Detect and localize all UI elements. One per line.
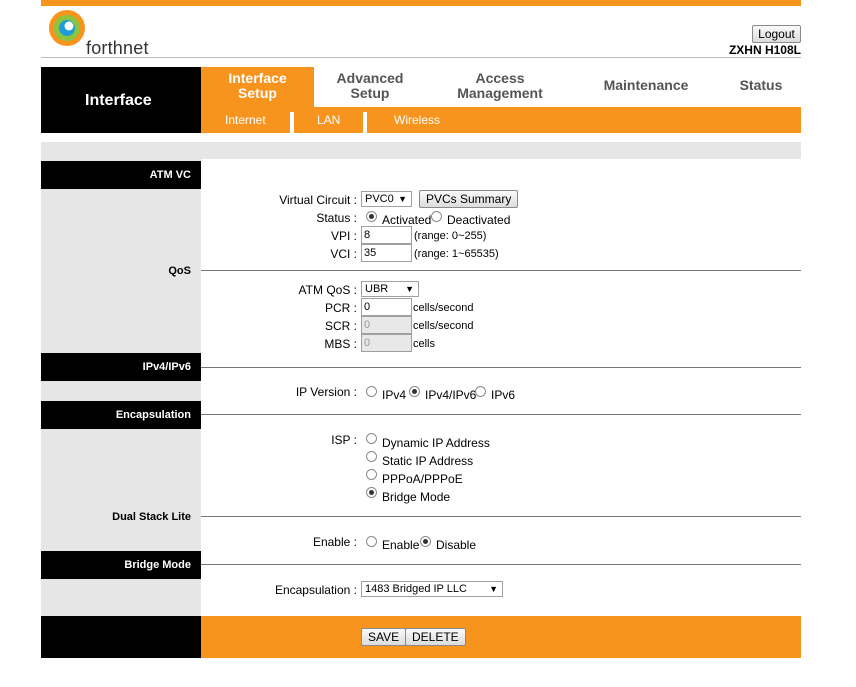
status-deactivated-radio[interactable] — [431, 211, 442, 222]
isp-label: ISP : — [331, 433, 357, 447]
atm-qos-value: UBR — [365, 283, 389, 295]
isp-dynamic-ip-label: Dynamic IP Address — [382, 436, 490, 450]
brand-name: forthnet — [86, 38, 149, 58]
subtab-wireless[interactable]: Wireless — [394, 113, 440, 127]
left-label-column — [41, 159, 201, 616]
ip-version-ipv6-label: IPv6 — [491, 388, 516, 402]
scr-input[interactable] — [361, 316, 412, 334]
ip-version-ipv4-radio[interactable] — [366, 386, 377, 397]
section-qos: QoS — [168, 265, 191, 277]
save-button[interactable]: SAVE — [361, 628, 407, 646]
bridge-encapsulation-label: Encapsulation : — [274, 583, 357, 597]
delete-button[interactable]: DELETE — [405, 628, 466, 646]
dslite-disable-radio[interactable] — [420, 536, 431, 547]
section-bridge-mode: Bridge Mode — [41, 551, 201, 579]
ipv4-ipv6-divider — [201, 367, 801, 368]
chevron-down-icon: ▼ — [405, 284, 414, 294]
vci-range: (range: 1~65535) — [414, 248, 499, 260]
scr-unit: cells/second — [413, 320, 474, 332]
subtab-separator — [290, 112, 294, 133]
device-model: ZXHN H108L — [728, 43, 801, 57]
ip-version-label: IP Version : — [295, 385, 357, 399]
mbs-input[interactable] — [361, 334, 412, 352]
status-deactivated-label: Deactivated — [447, 213, 511, 227]
bridge-mode-divider — [201, 564, 801, 565]
tab-interface-setup[interactable]: Interface Setup — [201, 67, 314, 107]
dslite-disable-option-label: Disable — [436, 538, 477, 552]
bridge-encapsulation-select[interactable]: 1483 Bridged IP LLC ▼ — [361, 581, 503, 597]
section-atm-vc: ATM VC — [41, 161, 201, 189]
ip-version-ipv4ipv6-radio[interactable] — [409, 386, 420, 397]
footer-bar — [201, 616, 801, 658]
section-encapsulation: Encapsulation — [41, 401, 201, 429]
status-label: Status : — [316, 211, 357, 225]
dual-stack-lite-divider — [201, 516, 801, 517]
logout-button[interactable]: Logout — [752, 25, 801, 43]
scr-label: SCR : — [324, 319, 357, 333]
dslite-enable-radio[interactable] — [366, 536, 377, 547]
subtab-separator — [363, 112, 367, 133]
mbs-unit: cells — [413, 338, 436, 350]
vpi-input[interactable] — [361, 226, 412, 244]
tab-label-line1: Access — [475, 70, 525, 86]
status-activated-label: Activated — [382, 213, 432, 227]
atm-qos-select[interactable]: UBR ▼ — [361, 281, 419, 297]
section-dual-stack-lite: Dual Stack Lite — [112, 511, 191, 523]
subtab-lan[interactable]: LAN — [317, 113, 340, 127]
chevron-down-icon: ▼ — [398, 194, 407, 204]
atm-qos-label: ATM QoS : — [298, 283, 357, 297]
vci-label: VCI : — [330, 247, 357, 261]
tab-label-line1: Advanced — [336, 70, 404, 86]
pcr-unit: cells/second — [413, 302, 474, 314]
isp-bridge-mode-label: Bridge Mode — [382, 490, 451, 504]
bridge-encapsulation-value: 1483 Bridged IP LLC — [365, 583, 467, 595]
status-activated-radio[interactable] — [366, 211, 377, 222]
header-divider — [41, 57, 801, 58]
ip-version-ipv4ipv6-label: IPv4/IPv6 — [425, 388, 477, 402]
isp-bridge-mode-radio[interactable] — [366, 487, 377, 498]
encapsulation-divider — [201, 414, 801, 415]
virtual-circuit-label: Virtual Circuit : — [279, 193, 357, 207]
vci-input[interactable] — [361, 244, 412, 262]
dslite-enable-label: Enable : — [312, 535, 357, 549]
mbs-label: MBS : — [324, 337, 357, 351]
sub-nav: Internet LAN Wireless — [201, 107, 801, 133]
isp-pppoa-pppoe-radio[interactable] — [366, 469, 377, 480]
isp-static-ip-label: Static IP Address — [382, 454, 474, 468]
nav-section-title-text: Interface — [85, 92, 152, 109]
dslite-enable-option-label: Enable — [382, 538, 420, 552]
main-nav: Interface Setup Advanced Setup Access Ma… — [201, 67, 801, 133]
top-accent-bar — [41, 0, 801, 6]
nav-section-title: Interface — [41, 67, 201, 133]
tab-label-line1: Status — [739, 77, 783, 93]
isp-static-ip-radio[interactable] — [366, 451, 377, 462]
ip-version-ipv6-radio[interactable] — [475, 386, 486, 397]
chevron-down-icon: ▼ — [489, 584, 498, 594]
content-top-strip — [41, 142, 801, 159]
tab-label-line2: Setup — [350, 85, 390, 101]
isp-pppoa-pppoe-label: PPPoA/PPPoE — [382, 472, 463, 486]
virtual-circuit-value: PVC0 — [365, 193, 394, 205]
pvcs-summary-button[interactable]: PVCs Summary — [419, 190, 519, 208]
virtual-circuit-select[interactable]: PVC0 ▼ — [361, 191, 412, 207]
vpi-range: (range: 0~255) — [414, 230, 487, 242]
tab-label-line1: Interface — [228, 70, 287, 86]
qos-divider — [201, 270, 801, 271]
pcr-label: PCR : — [324, 301, 357, 315]
pcr-input[interactable] — [361, 298, 412, 316]
ip-version-ipv4-label: IPv4 — [382, 388, 407, 402]
isp-dynamic-ip-radio[interactable] — [366, 433, 377, 444]
tab-label-line2: Management — [457, 85, 543, 101]
tab-advanced-setup[interactable]: Advanced Setup — [327, 71, 413, 109]
tab-label-line2: Setup — [238, 85, 277, 101]
section-ipv4-ipv6: IPv4/IPv6 — [41, 353, 201, 381]
tab-label-line1: Maintenance — [603, 77, 689, 93]
footer-left — [41, 616, 201, 658]
vpi-label: VPI : — [330, 229, 357, 243]
tab-access-management[interactable]: Access Management — [447, 71, 553, 109]
subtab-internet[interactable]: Internet — [225, 113, 266, 127]
